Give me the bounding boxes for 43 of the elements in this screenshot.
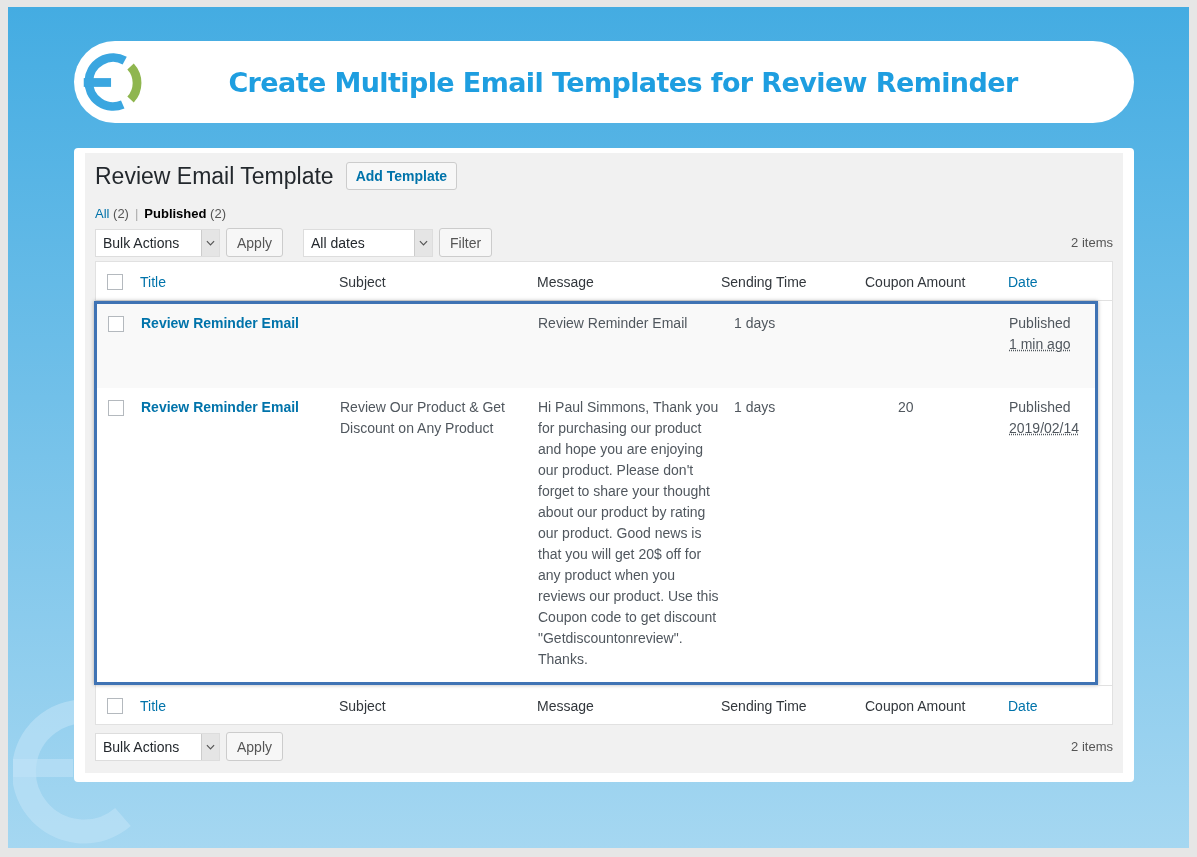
table-cell-text: 20 (898, 398, 915, 417)
column-sort-link[interactable]: Date (1008, 274, 1112, 290)
table-cell-text: Hi Paul Simmons, Thank you for purchasing our product and hope you are enjoying our product. Please don't forget to share your thought about our product by rating our product. Good news is that you will get 20$ off for any product when you reviews our product. Use this Coupon code to get discount "Getdiscountonreview". Thanks. (538, 398, 720, 669)
column-header: Coupon Amount (865, 698, 967, 714)
banner-title: Create Multiple Email Templates for Review Reminder (227, 66, 1020, 98)
table-cell-text: Review Our Product & Get Discount on Any Product (340, 398, 506, 438)
view-link[interactable]: Published (2) (144, 206, 226, 221)
filter-button[interactable]: Filter (439, 228, 493, 257)
post-title-link[interactable]: Review Reminder Email (141, 313, 328, 334)
apply-button[interactable]: Apply (226, 732, 284, 761)
caret-icon (414, 229, 433, 256)
caret-icon (201, 229, 219, 256)
date-text: 1 min ago (1009, 335, 1072, 354)
row-checkbox[interactable] (108, 316, 124, 332)
row-checkbox[interactable] (108, 400, 124, 416)
page-heading: Review Email Template (95, 162, 334, 190)
bulk-actions-dropdown[interactable]: Bulk Actions (95, 228, 220, 257)
dates-dropdown[interactable]: All dates (303, 228, 434, 257)
table-cell-text: 1 days (734, 314, 777, 333)
column-header: Sending Time (721, 698, 808, 714)
bulk-actions-dropdown[interactable]: Bulk Actions (95, 732, 220, 761)
date-text: 2019/02/14 (1009, 419, 1081, 438)
view-link[interactable]: All (2) (95, 206, 129, 221)
table-cell-text: 1 days (734, 398, 777, 417)
separator: | (134, 206, 139, 221)
status-text: Published (1009, 314, 1072, 333)
column-sort-link[interactable]: Title (140, 698, 339, 714)
select-all-checkbox[interactable] (107, 274, 123, 290)
post-title-link[interactable]: Review Reminder Email (141, 397, 328, 418)
caret-icon (201, 733, 219, 760)
column-header: Sending Time (721, 274, 808, 290)
column-sort-link[interactable]: Title (140, 274, 339, 290)
select-all-checkbox[interactable] (107, 698, 123, 714)
status-text: Published (1009, 398, 1072, 417)
item-count: 2 items (1071, 739, 1113, 754)
apply-button[interactable]: Apply (226, 228, 284, 257)
item-count: 2 items (1071, 235, 1113, 250)
column-header: Coupon Amount (865, 274, 967, 290)
column-sort-link[interactable]: Date (1008, 698, 1112, 714)
column-header: Subject (339, 698, 387, 714)
add-template-button[interactable]: Add Template (345, 162, 458, 190)
column-header: Subject (339, 274, 387, 290)
table-cell-text: Review Reminder Email (538, 314, 689, 333)
